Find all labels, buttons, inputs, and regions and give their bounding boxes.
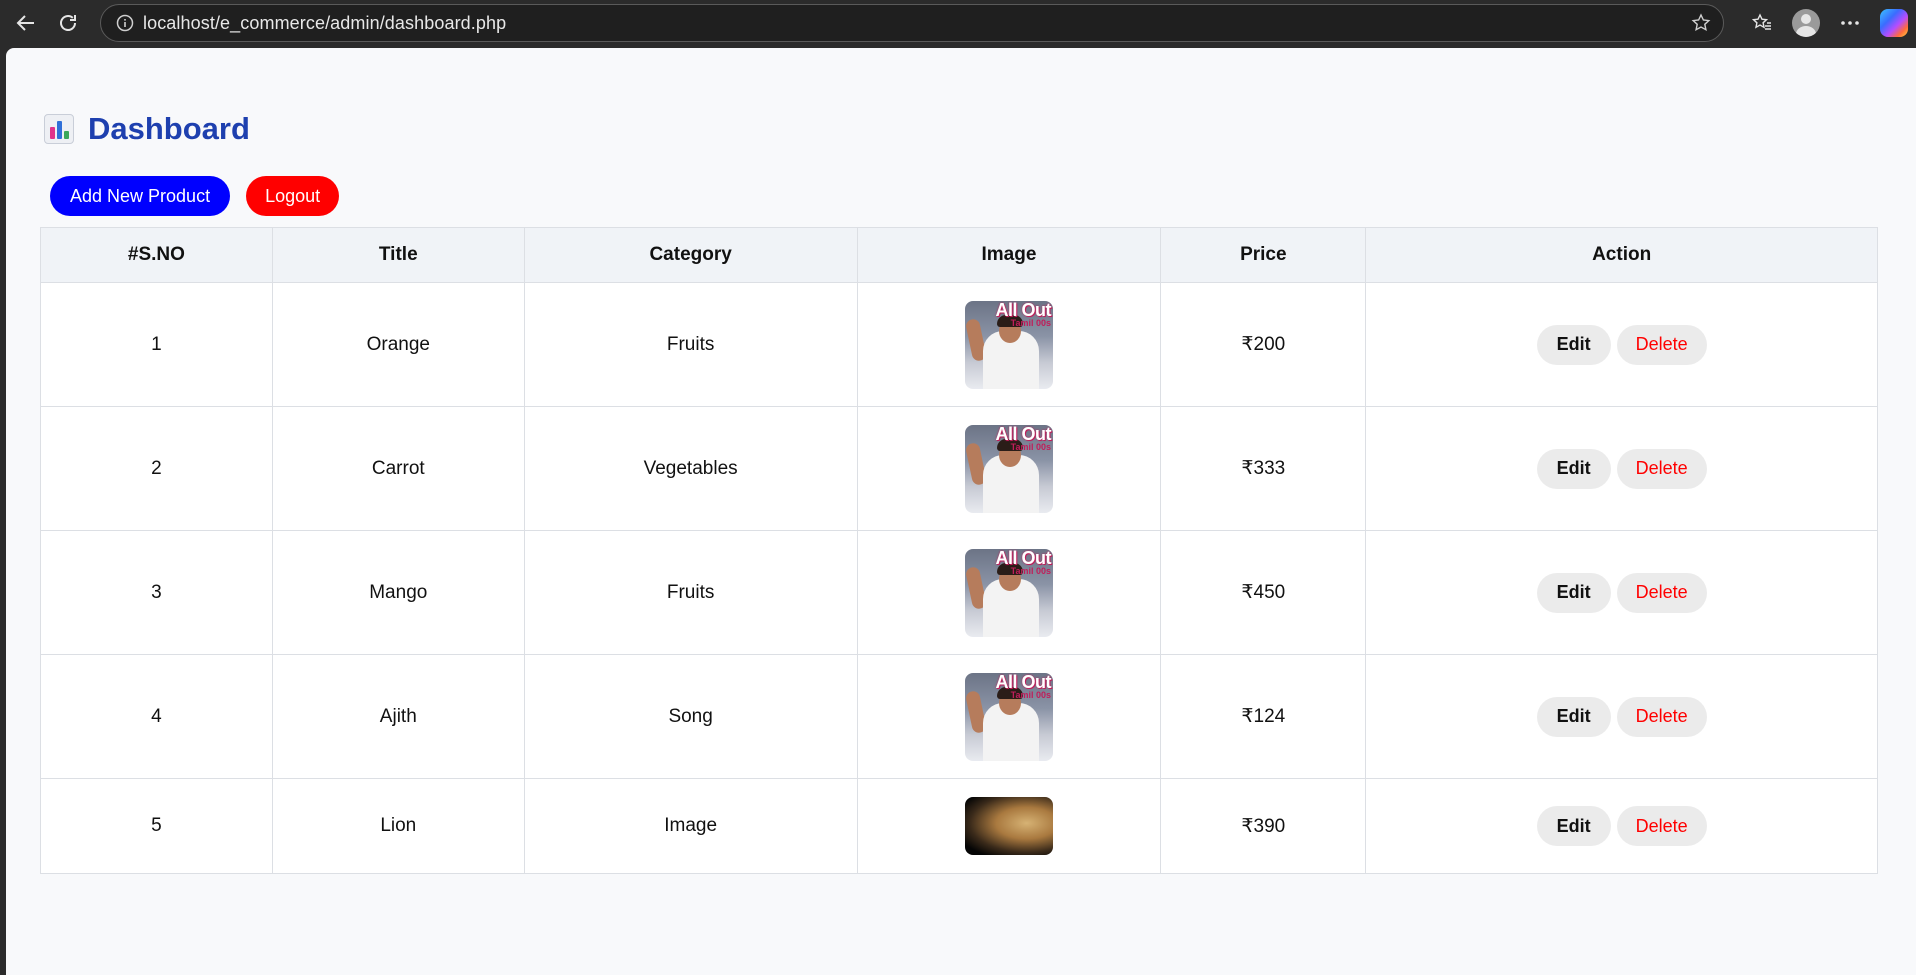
- cell-image: All Out Tamil 00s: [856, 530, 1162, 655]
- album-cover-title: All Out: [995, 424, 1051, 444]
- arrow-left-icon: [16, 15, 34, 31]
- cell-sno: 2: [40, 406, 273, 531]
- product-image-album-cover: All Out Tamil 00s: [964, 548, 1053, 637]
- favorite-star-icon[interactable]: [1691, 13, 1711, 38]
- address-bar[interactable]: localhost/e_commerce/admin/dashboard.php: [100, 4, 1724, 42]
- album-cover-title: All Out: [995, 548, 1051, 568]
- copilot-button[interactable]: [1872, 0, 1916, 46]
- favorites-list-icon: [1751, 13, 1771, 30]
- cell-title: Mango: [271, 530, 525, 655]
- cell-image: [856, 778, 1162, 874]
- table-row: 5 Lion Image ₹390 Edit Delete: [40, 778, 1878, 874]
- album-cover-subtitle: Tamil 00s: [1010, 565, 1051, 576]
- more-dots-icon: [1841, 21, 1859, 25]
- delete-button[interactable]: Delete: [1616, 572, 1707, 613]
- column-header-price: Price: [1160, 227, 1367, 283]
- column-header-sno: #S.NO: [40, 227, 273, 283]
- product-image-album-cover: All Out Tamil 00s: [964, 300, 1053, 389]
- browser-toolbar: localhost/e_commerce/admin/dashboard.php: [0, 0, 1916, 46]
- delete-button[interactable]: Delete: [1616, 696, 1707, 737]
- site-info-icon[interactable]: [107, 14, 143, 32]
- favorites-button[interactable]: [1740, 0, 1784, 46]
- product-image-lion-photo: [964, 797, 1053, 855]
- table-row: 3 Mango Fruits All Out Tamil 00s ₹450 Ed…: [40, 530, 1878, 655]
- page-title: Dashboard: [44, 111, 250, 147]
- column-header-category: Category: [523, 227, 858, 283]
- cell-sno: 3: [40, 530, 273, 655]
- album-cover-subtitle: Tamil 00s: [1010, 689, 1051, 700]
- cell-price: ₹390: [1160, 778, 1367, 874]
- avatar-icon: [1792, 9, 1820, 37]
- album-cover-subtitle: Tamil 00s: [1010, 441, 1051, 452]
- copilot-icon: [1880, 9, 1908, 37]
- cell-action: Edit Delete: [1365, 282, 1878, 407]
- column-header-action: Action: [1365, 227, 1878, 283]
- table-row: 1 Orange Fruits All Out Tamil 00s ₹200 E…: [40, 282, 1878, 407]
- more-menu-button[interactable]: [1828, 0, 1872, 46]
- column-header-title: Title: [271, 227, 525, 283]
- cell-category: Image: [523, 778, 858, 874]
- album-cover-title: All Out: [995, 672, 1051, 692]
- table-row: 2 Carrot Vegetables All Out Tamil 00s ₹3…: [40, 406, 1878, 531]
- edit-button[interactable]: Edit: [1536, 448, 1611, 489]
- delete-button[interactable]: Delete: [1616, 448, 1707, 489]
- table-header-row: #S.NO Title Category Image Price Action: [40, 227, 1878, 283]
- cell-price: ₹124: [1160, 654, 1367, 779]
- cell-action: Edit Delete: [1365, 654, 1878, 779]
- delete-button[interactable]: Delete: [1616, 806, 1707, 846]
- edit-button[interactable]: Edit: [1536, 696, 1611, 737]
- cell-title: Orange: [271, 282, 525, 407]
- url-text[interactable]: localhost/e_commerce/admin/dashboard.php: [143, 13, 506, 34]
- edit-button[interactable]: Edit: [1536, 572, 1611, 613]
- product-image-album-cover: All Out Tamil 00s: [964, 672, 1053, 761]
- cell-sno: 4: [40, 654, 273, 779]
- bar-chart-icon: [44, 114, 74, 144]
- add-new-product-button[interactable]: Add New Product: [50, 176, 231, 216]
- back-button[interactable]: [8, 5, 44, 41]
- products-table: #S.NO Title Category Image Price Action …: [40, 227, 1878, 874]
- delete-button[interactable]: Delete: [1616, 324, 1707, 365]
- profile-button[interactable]: [1784, 0, 1828, 46]
- cell-action: Edit Delete: [1365, 778, 1878, 874]
- column-header-image: Image: [856, 227, 1162, 283]
- cell-price: ₹200: [1160, 282, 1367, 407]
- product-image-album-cover: All Out Tamil 00s: [964, 424, 1053, 513]
- cell-category: Fruits: [523, 282, 858, 407]
- cell-image: All Out Tamil 00s: [856, 654, 1162, 779]
- edit-button[interactable]: Edit: [1536, 806, 1611, 846]
- cell-image: All Out Tamil 00s: [856, 282, 1162, 407]
- cell-image: All Out Tamil 00s: [856, 406, 1162, 531]
- logout-button[interactable]: Logout: [246, 176, 340, 216]
- cell-category: Fruits: [523, 530, 858, 655]
- reload-icon: [60, 15, 76, 31]
- edit-button[interactable]: Edit: [1536, 324, 1611, 365]
- album-cover-subtitle: Tamil 00s: [1010, 317, 1051, 328]
- cell-title: Lion: [271, 778, 525, 874]
- cell-price: ₹333: [1160, 406, 1367, 531]
- reload-button[interactable]: [50, 5, 86, 41]
- cell-category: Vegetables: [523, 406, 858, 531]
- table-row: 4 Ajith Song All Out Tamil 00s ₹124 Edit…: [40, 654, 1878, 779]
- cell-title: Carrot: [271, 406, 525, 531]
- cell-sno: 5: [40, 778, 273, 874]
- page-viewport: Dashboard Add New Product Logout #S.NO T…: [6, 48, 1916, 975]
- cell-title: Ajith: [271, 654, 525, 779]
- cell-category: Song: [523, 654, 858, 779]
- cell-price: ₹450: [1160, 530, 1367, 655]
- cell-sno: 1: [40, 282, 273, 407]
- page-title-text: Dashboard: [88, 111, 250, 146]
- cell-action: Edit Delete: [1365, 406, 1878, 531]
- cell-action: Edit Delete: [1365, 530, 1878, 655]
- album-cover-title: All Out: [995, 300, 1051, 320]
- action-toolbar: Add New Product Logout: [50, 176, 340, 216]
